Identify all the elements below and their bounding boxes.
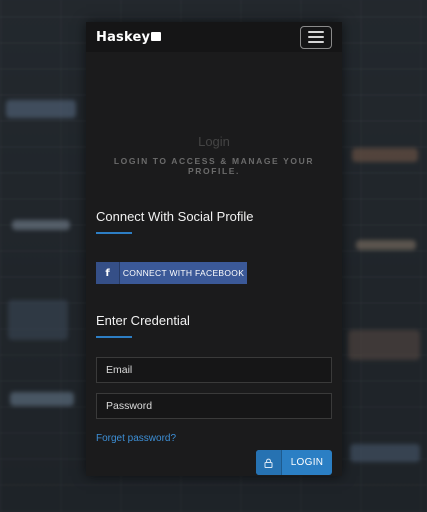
credential-heading: Enter Credential	[96, 313, 190, 328]
page-title: Login	[198, 134, 230, 149]
facebook-button-label: CONNECT WITH FACEBOOK	[122, 268, 245, 278]
hamburger-icon	[308, 36, 324, 38]
lock-icon	[256, 450, 282, 475]
facebook-connect-button[interactable]: f CONNECT WITH FACEBOOK	[96, 262, 247, 284]
background-block	[350, 444, 420, 462]
login-panel: Haskey Login LOGIN TO ACCESS & MANAGE YO…	[86, 22, 342, 476]
menu-toggle-button[interactable]	[300, 25, 332, 49]
heading-underline	[96, 336, 132, 338]
hamburger-icon	[308, 31, 324, 33]
password-field[interactable]	[96, 393, 332, 419]
background-block	[352, 148, 418, 162]
credential-section: Enter Credential Forget password? LOGIN	[86, 313, 342, 475]
background-block	[10, 392, 74, 406]
login-row: LOGIN	[96, 450, 332, 475]
background-block	[6, 100, 76, 118]
facebook-icon: f	[96, 262, 120, 284]
social-heading: Connect With Social Profile	[96, 209, 254, 224]
hamburger-icon	[308, 41, 324, 43]
background-block	[356, 240, 416, 250]
page-header: Login LOGIN TO ACCESS & MANAGE YOUR PROF…	[86, 134, 342, 176]
login-button-label: LOGIN	[290, 457, 324, 468]
email-field[interactable]	[96, 357, 332, 383]
forgot-password-link[interactable]: Forget password?	[96, 433, 176, 444]
heading-underline	[96, 232, 132, 234]
brand-logo[interactable]: Haskey	[96, 29, 162, 45]
logo-text: Haskey	[96, 29, 151, 45]
tv-icon	[151, 31, 162, 41]
page-subtitle: LOGIN TO ACCESS & MANAGE YOUR PROFILE.	[113, 156, 315, 176]
social-section: Connect With Social Profile f CONNECT WI…	[86, 209, 342, 284]
top-navbar: Haskey	[86, 22, 342, 52]
login-button[interactable]: LOGIN	[256, 450, 332, 475]
background-block	[8, 300, 68, 340]
background-block	[12, 220, 70, 230]
background-block	[348, 330, 420, 360]
